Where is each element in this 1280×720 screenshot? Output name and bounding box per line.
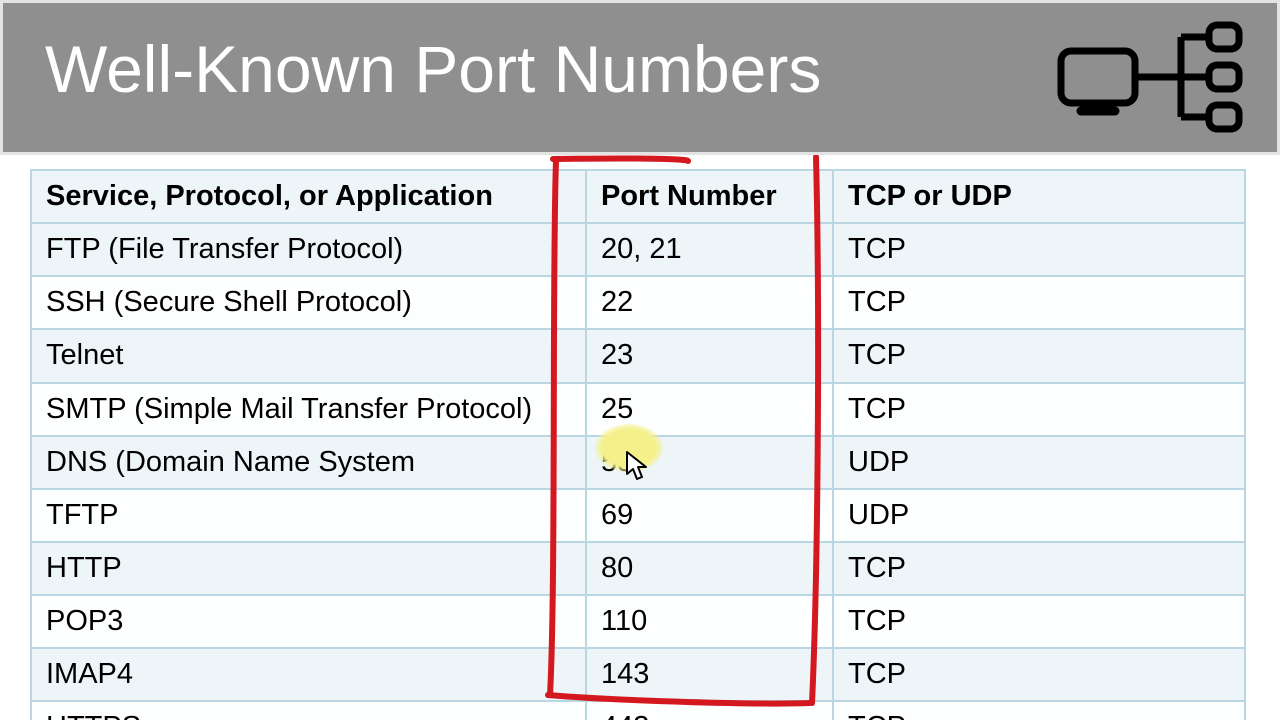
cell-service: POP3	[31, 595, 586, 648]
table-row: SMTP (Simple Mail Transfer Protocol)25TC…	[31, 383, 1245, 436]
cell-proto: UDP	[833, 436, 1245, 489]
table-row: DNS (Domain Name System53UDP	[31, 436, 1245, 489]
cell-port: 53	[586, 436, 833, 489]
slide-header: Well-Known Port Numbers	[0, 0, 1280, 155]
cell-proto: TCP	[833, 276, 1245, 329]
table-row: SSH (Secure Shell Protocol)22TCP	[31, 276, 1245, 329]
cell-proto: TCP	[833, 383, 1245, 436]
cell-port: 25	[586, 383, 833, 436]
cell-service: IMAP4	[31, 648, 586, 701]
table-header-row: Service, Protocol, or Application Port N…	[31, 170, 1245, 223]
table-row: IMAP4143TCP	[31, 648, 1245, 701]
cell-proto: UDP	[833, 489, 1245, 542]
table-row: POP3110TCP	[31, 595, 1245, 648]
col-header-service: Service, Protocol, or Application	[31, 170, 586, 223]
cell-service: TFTP	[31, 489, 586, 542]
col-header-proto: TCP or UDP	[833, 170, 1245, 223]
col-header-port: Port Number	[586, 170, 833, 223]
cell-service: DNS (Domain Name System	[31, 436, 586, 489]
content-area: Service, Protocol, or Application Port N…	[0, 155, 1280, 720]
ports-table: Service, Protocol, or Application Port N…	[30, 169, 1246, 720]
cell-service: Telnet	[31, 329, 586, 382]
cell-proto: TCP	[833, 648, 1245, 701]
cell-proto: TCP	[833, 701, 1245, 720]
cell-port: 20, 21	[586, 223, 833, 276]
cell-port: 22	[586, 276, 833, 329]
cell-proto: TCP	[833, 542, 1245, 595]
table-row: Telnet23TCP	[31, 329, 1245, 382]
table-row: FTP (File Transfer Protocol)20, 21TCP	[31, 223, 1245, 276]
cell-service: SSH (Secure Shell Protocol)	[31, 276, 586, 329]
network-logo-icon	[1057, 21, 1247, 146]
cell-service: HTTPS	[31, 701, 586, 720]
cell-service: HTTP	[31, 542, 586, 595]
cell-service: SMTP (Simple Mail Transfer Protocol)	[31, 383, 586, 436]
cell-proto: TCP	[833, 595, 1245, 648]
cell-service: FTP (File Transfer Protocol)	[31, 223, 586, 276]
cell-port: 23	[586, 329, 833, 382]
cell-proto: TCP	[833, 329, 1245, 382]
cell-port: 80	[586, 542, 833, 595]
cell-port: 69	[586, 489, 833, 542]
cell-proto: TCP	[833, 223, 1245, 276]
table-row: HTTP80TCP	[31, 542, 1245, 595]
cell-port: 143	[586, 648, 833, 701]
table-row: TFTP69UDP	[31, 489, 1245, 542]
table-row: HTTPS443TCP	[31, 701, 1245, 720]
cell-port: 110	[586, 595, 833, 648]
cell-port: 443	[586, 701, 833, 720]
